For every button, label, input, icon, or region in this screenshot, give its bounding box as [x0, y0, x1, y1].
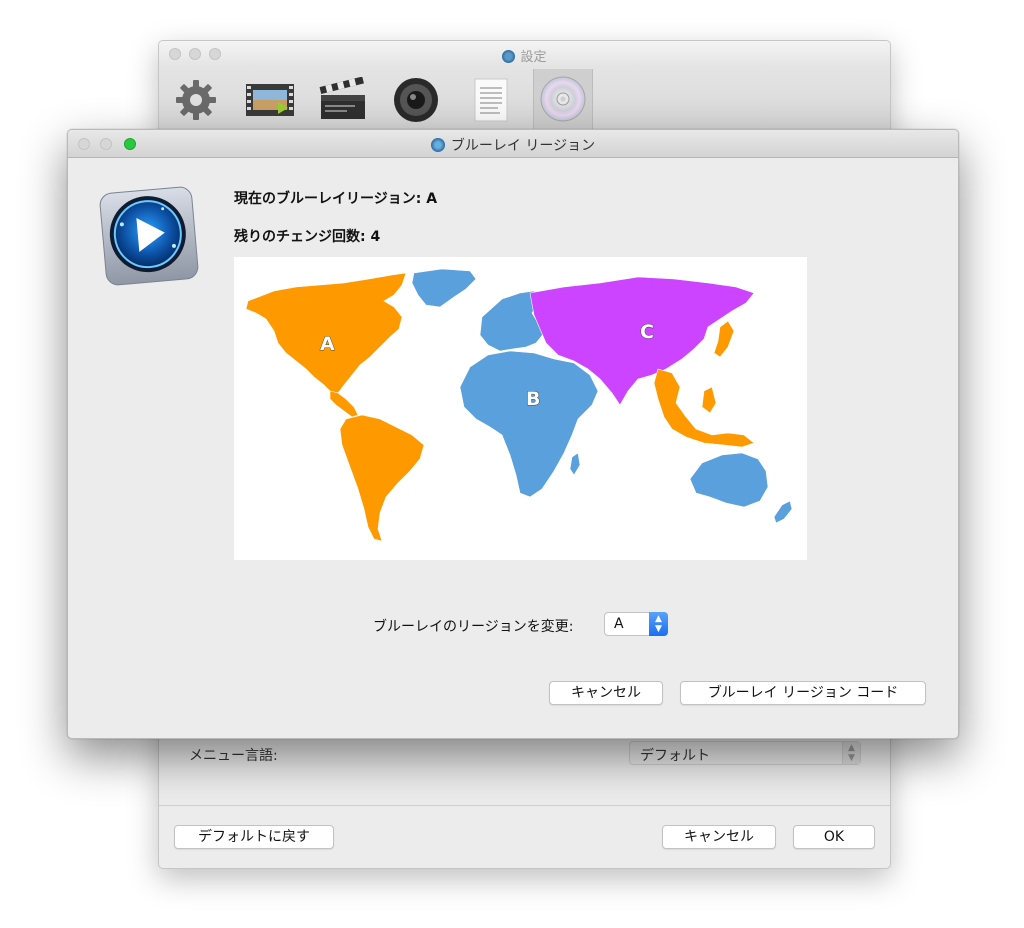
settings-title-text: 設定	[520, 50, 547, 65]
region-b-label: B	[526, 388, 540, 410]
dialog-cancel-button[interactable]: キャンセル	[549, 681, 663, 705]
region-a-south-america	[339, 414, 425, 542]
region-b-madagascar	[569, 452, 581, 476]
region-b-africa	[459, 350, 599, 498]
menu-language-value: デフォルト	[640, 748, 710, 764]
gear-icon	[176, 80, 216, 120]
change-region-row: ブルーレイのリージョンを変更: A ▲ ▼	[68, 612, 958, 638]
region-a-philippines	[701, 386, 717, 414]
menu-language-select[interactable]: デフォルト ▲ ▼	[629, 741, 861, 765]
bluray-player-app-icon	[99, 186, 199, 286]
settings-toolbar	[159, 67, 890, 130]
region-world-map: A B C	[234, 257, 807, 560]
updown-arrows-icon: ▲ ▼	[649, 612, 668, 636]
settings-titlebar: 設定	[159, 41, 890, 67]
toolbar-general[interactable]	[167, 71, 225, 129]
region-a-central-america	[329, 390, 359, 418]
settings-ok-button[interactable]: OK	[793, 825, 875, 849]
clapperboard-icon	[319, 77, 365, 119]
dialog-title: ブルーレイ リージョン	[68, 135, 958, 155]
toolbar-audio[interactable]	[387, 71, 445, 129]
region-b-greenland	[411, 268, 477, 308]
current-region-text: 現在のブルーレイリージョン: A	[234, 191, 438, 207]
toolbar-subtitle[interactable]	[462, 71, 520, 129]
settings-title: 設定	[159, 46, 890, 65]
menu-language-label: メニュー言語:	[189, 748, 278, 764]
change-region-label: ブルーレイのリージョンを変更:	[373, 619, 574, 635]
region-a-label: A	[320, 333, 335, 355]
remaining-changes-text: 残りのチェンジ回数: 4	[234, 229, 381, 245]
speaker-icon	[394, 78, 438, 122]
toolbar-bluray[interactable]	[533, 69, 593, 129]
toolbar-video[interactable]	[241, 71, 299, 129]
region-select[interactable]: A ▲ ▼	[604, 612, 668, 636]
updown-arrows-icon: ▲ ▼	[842, 742, 860, 764]
toolbar-playback[interactable]	[314, 71, 372, 129]
region-c-label: C	[640, 321, 654, 343]
dialog-title-text: ブルーレイ リージョン	[450, 138, 596, 154]
region-b-australia	[689, 452, 769, 508]
region-code-button[interactable]: ブルーレイ リージョン コード	[680, 681, 926, 705]
region-select-value: A	[614, 616, 624, 632]
settings-divider	[159, 805, 890, 806]
app-small-icon	[502, 50, 516, 63]
world-map-svg: A B C	[245, 268, 793, 542]
disc-icon	[540, 76, 586, 122]
restore-default-button[interactable]: デフォルトに戻す	[174, 825, 334, 849]
document-icon	[474, 78, 508, 122]
region-b-new-zealand	[773, 500, 793, 524]
region-a-japan	[713, 320, 735, 358]
settings-cancel-button[interactable]: キャンセル	[662, 825, 776, 849]
video-icon	[246, 84, 294, 116]
dialog-titlebar: ブルーレイ リージョン	[68, 130, 958, 158]
app-small-icon	[430, 138, 445, 152]
bluray-region-dialog: ブルーレイ リージョン 現在のブルーレイリージョン: A 残りのチェンジ回数: …	[67, 129, 959, 739]
